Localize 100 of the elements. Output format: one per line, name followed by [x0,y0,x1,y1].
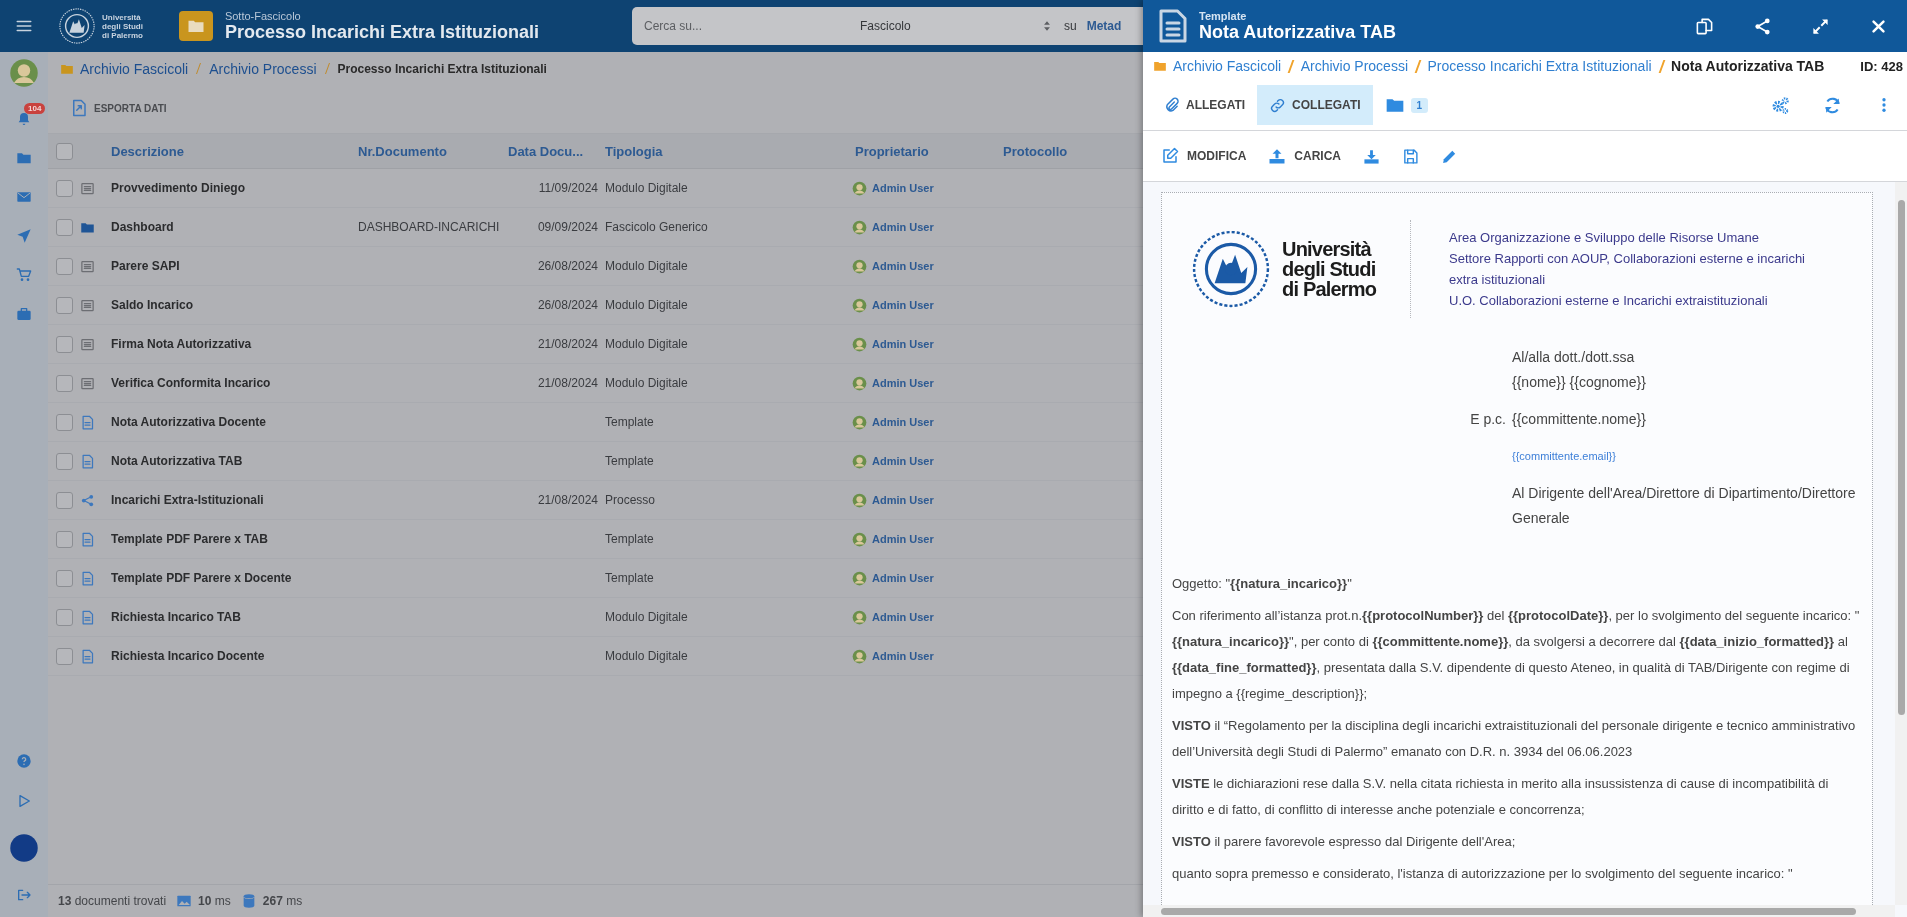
checkbox[interactable] [56,647,73,665]
bell-icon[interactable] [16,111,32,127]
table-cell-text: 26/08/2024 [536,298,599,312]
avatar-icon [852,219,867,235]
export-button[interactable]: ESPORTA DATI [66,95,171,121]
owner-link[interactable]: Admin User [872,416,934,428]
tab[interactable]: COLLEGATI [1257,85,1373,125]
checkbox[interactable] [56,413,73,431]
checkbox[interactable] [56,257,73,275]
folder-icon [1153,59,1167,73]
download-icon[interactable] [1363,147,1380,165]
paragraph: quanto sopra premesso e considerato, l'istanza di autorizzazione per lo svolgimento del seguente incarico: " [1172,865,1794,883]
expand-icon[interactable] [1810,16,1830,36]
document-icon [80,609,95,625]
owner-link[interactable]: Admin User [872,221,934,233]
column-header[interactable]: Tipologia [602,143,852,159]
avatar-icon [852,609,867,625]
checkbox[interactable] [56,491,73,509]
refresh-icon[interactable] [1823,95,1842,115]
cart-icon[interactable] [16,267,32,283]
column-header[interactable]: Proprietario [852,143,1000,159]
avatar-icon [852,414,867,430]
table-cell-text: 09/09/2024 [536,220,599,234]
logo-text: Università [102,12,142,22]
table-cell-text: Modulo Digitale [604,610,689,624]
owner-link[interactable]: Admin User [872,377,934,389]
document-icon [80,414,95,430]
avatar-icon [852,375,867,391]
avatar-icon[interactable] [9,58,39,88]
owner-link[interactable]: Admin User [872,455,934,467]
table-cell-text: 21/08/2024 [536,376,599,390]
breadcrumb-link[interactable]: Archivio Fascicoli [80,60,189,77]
scroll-thumb[interactable] [1897,200,1905,715]
checkbox[interactable] [56,452,73,470]
scope-select[interactable]: Fascicolo [846,19,1030,33]
breadcrumb-link[interactable]: Archivio Processi [1300,58,1408,74]
play-icon[interactable] [16,793,32,809]
owner-link[interactable]: Admin User [872,533,934,545]
owner-link[interactable]: Admin User [872,299,934,311]
avatar-icon [852,180,867,196]
breadcrumb-link[interactable]: Processo Incarichi Extra Istituzionali [1427,58,1652,74]
avatar-icon [852,648,867,664]
owner-link[interactable]: Admin User [872,494,934,506]
column-header[interactable]: Nr.Documento [355,143,505,159]
checkbox[interactable] [56,296,73,314]
envelope-icon[interactable] [16,189,32,205]
table-cell-text: Verifica Conformita Incarico [110,376,272,390]
folder-icon[interactable] [16,150,32,166]
edit-icon [1161,147,1179,165]
sign-out-icon[interactable] [16,887,32,903]
breadcrumb-current: Nota Autorizzativa TAB [1671,58,1825,74]
page-title: Processo Incarichi Extra Istituzionali [224,21,539,43]
image-icon [176,893,193,909]
folder-tab[interactable]: 1 [1372,85,1441,125]
search-field[interactable]: Cerca su... [642,18,836,34]
scroll-thumb[interactable] [1161,907,1856,915]
checkbox[interactable] [56,179,73,197]
column-header[interactable]: Protocollo [1000,143,1120,159]
checkbox[interactable] [56,335,73,353]
briefcase-icon[interactable] [16,306,32,322]
owner-link[interactable]: Admin User [872,260,934,272]
checkbox[interactable] [56,374,73,392]
vertical-scrollbar[interactable] [1895,182,1907,905]
paperclip-icon [1163,96,1180,114]
document-icon [80,570,95,586]
table-cell-text: Incarichi Extra-Istituzionali [110,493,265,507]
dot-icon[interactable] [9,833,39,863]
owner-link[interactable]: Admin User [872,182,934,194]
checkbox[interactable] [56,142,73,160]
share-icon[interactable] [1752,16,1772,36]
table-cell-text: Richiesta Incarico TAB [110,610,242,624]
table-cell-text: Template [604,571,655,585]
horizontal-scrollbar[interactable] [1143,905,1895,917]
target-select[interactable]: Metad [1086,19,1122,33]
checkbox[interactable] [56,608,73,626]
column-header[interactable]: Data Docu... [505,143,602,159]
logo-text: degli Studi [102,21,143,31]
owner-link[interactable]: Admin User [872,650,934,662]
logo-text: di Palermo [102,30,143,40]
email-link[interactable]: {{committente.email}} [1512,444,1867,469]
copy-icon[interactable] [1694,16,1714,36]
owner-link[interactable]: Admin User [872,611,934,623]
edit-button[interactable]: MODIFICA [1161,147,1247,165]
upload-button[interactable]: CARICA [1268,147,1341,165]
gears-icon[interactable] [1771,95,1790,115]
breadcrumb-link[interactable]: Archivio Fascicoli [1173,58,1282,74]
checkbox[interactable] [56,569,73,587]
tab[interactable]: ALLEGATI [1151,85,1258,125]
checkbox[interactable] [56,530,73,548]
table-cell-text: 21/08/2024 [536,493,599,507]
table-cell-text: Template PDF Parere x TAB [110,532,269,546]
paper-plane-icon[interactable] [16,228,32,244]
owner-link[interactable]: Admin User [872,338,934,350]
breadcrumb-link[interactable]: Archivio Processi [209,60,317,77]
column-header[interactable]: Descrizione [108,143,355,159]
close-icon[interactable] [1869,17,1887,35]
owner-link[interactable]: Admin User [872,572,934,584]
list-icon [80,375,95,391]
checkbox[interactable] [56,218,73,236]
help-icon[interactable] [16,753,32,769]
